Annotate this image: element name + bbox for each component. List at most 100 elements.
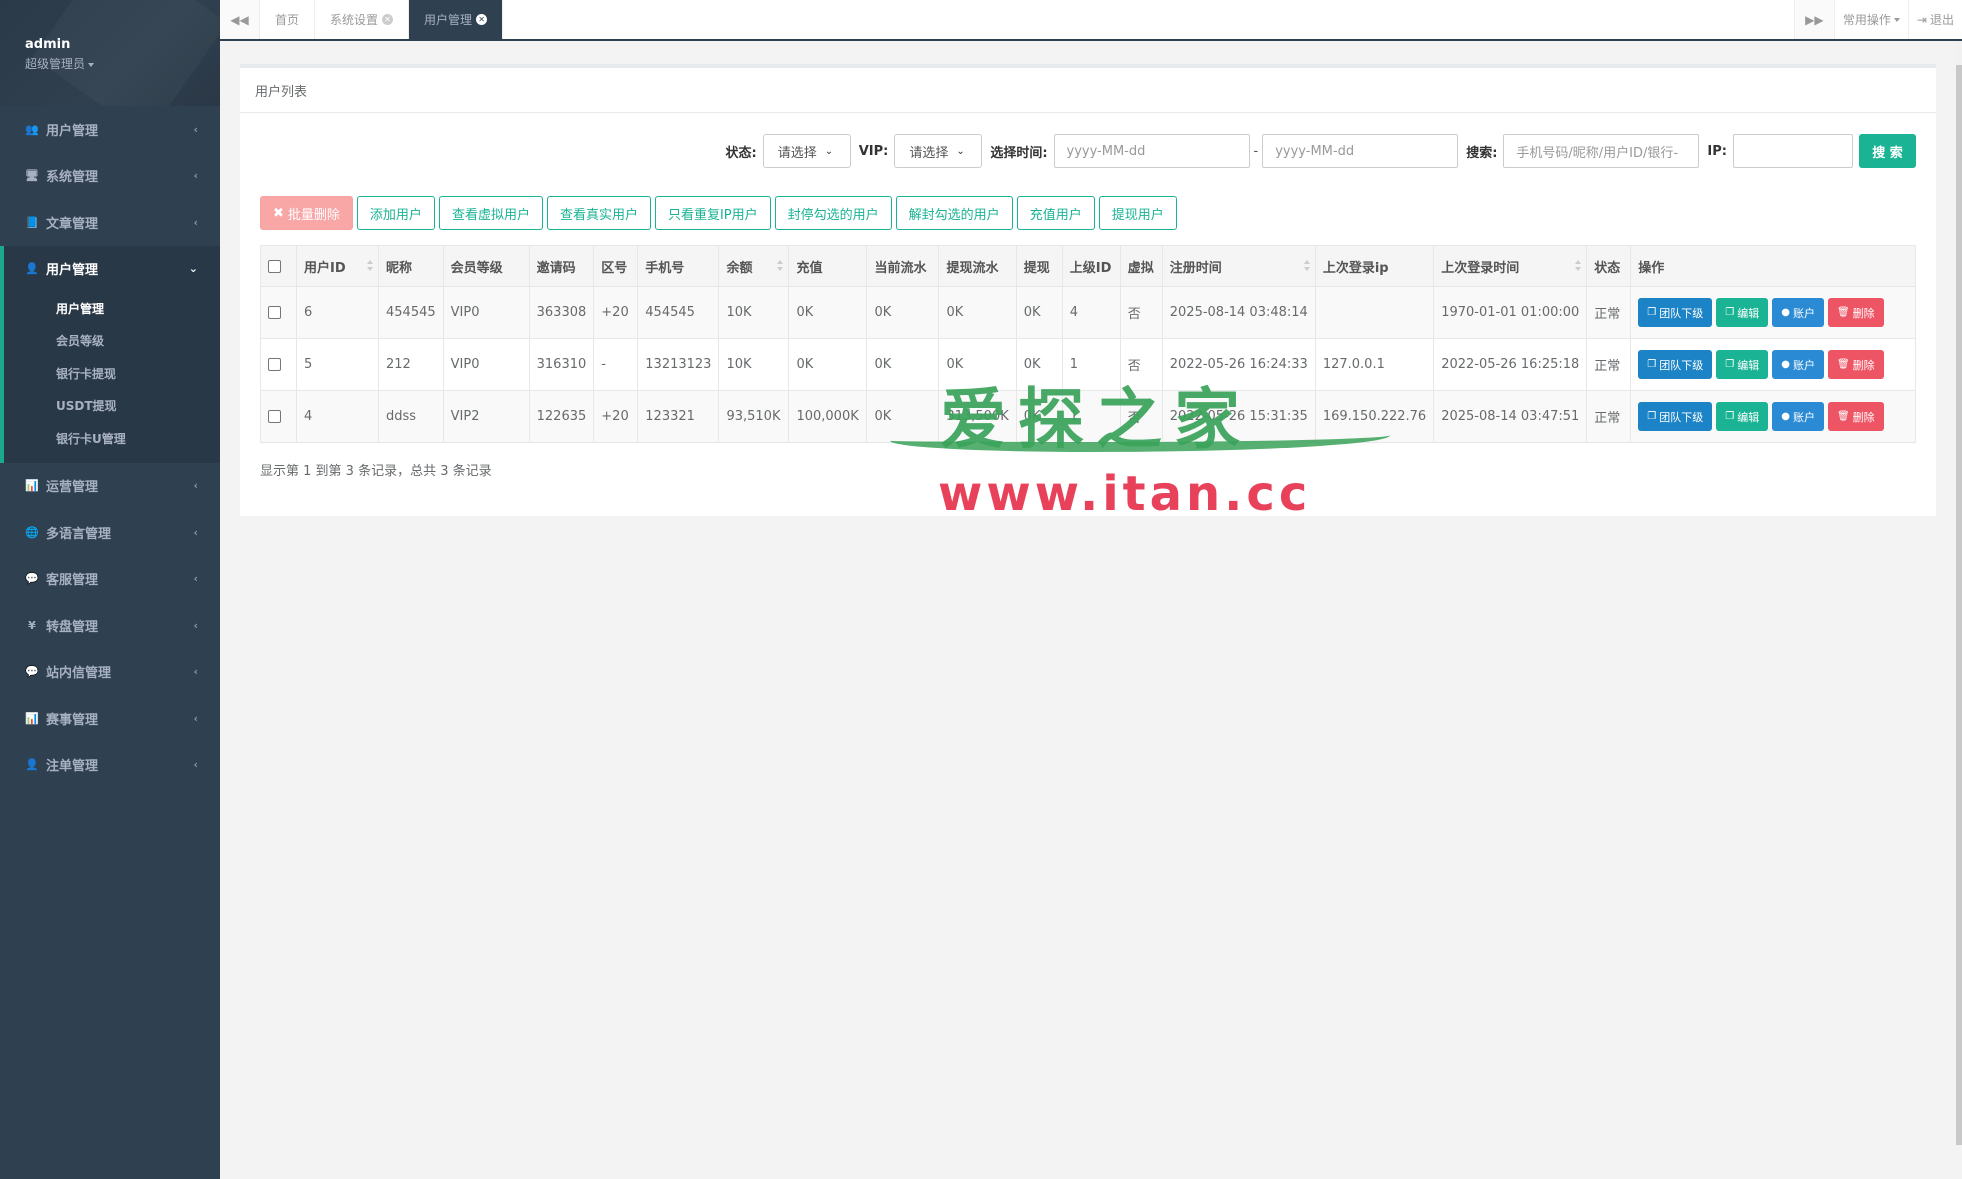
col-withdraw-turnover: 提现流水 (938, 245, 1017, 287)
sidebar-item-user-management[interactable]: 👥 用户管理 ‹ (0, 106, 220, 153)
view-real-users-button[interactable]: 查看真实用户 (546, 196, 651, 230)
comment-icon: ● (1781, 307, 1790, 318)
cell-actions: ❐ 团队下级 ❐ 编辑 ● 账户 🗑 删除 (1630, 338, 1916, 391)
delete-button[interactable]: 🗑 删除 (1827, 402, 1884, 431)
account-button[interactable]: ● 账户 (1772, 402, 1824, 431)
sidebar-item-events[interactable]: 📊 赛事管理 ‹ (0, 695, 220, 742)
edit-button[interactable]: ❐ 编辑 (1716, 350, 1769, 379)
profile-decoration (33, 0, 220, 106)
status-select[interactable]: 请选择 ⌄ (762, 134, 851, 168)
date-to-input[interactable]: yyyy-MM-dd (1262, 134, 1459, 168)
col-register-time[interactable]: 注册时间 (1161, 245, 1316, 287)
sidebar-item-label: 客服管理 (46, 573, 99, 589)
col-balance[interactable]: 余额 (718, 245, 790, 287)
view-virtual-users-button[interactable]: 查看虚拟用户 (438, 196, 543, 230)
team-subordinates-button[interactable]: ❐ 团队下级 (1638, 350, 1713, 379)
action-label: 团队下级 (1659, 358, 1704, 372)
vertical-scrollbar[interactable] (1956, 41, 1962, 1145)
sidebar: admin 超级管理员 👥 用户管理 ‹ 🖥 系统管理 ‹ 📘 文章管理 ‹ 👤 用户管理 ⌄ … (0, 0, 220, 1179)
ip-input[interactable] (1733, 134, 1853, 168)
col-virtual: 虚拟 (1119, 245, 1163, 287)
col-recharge: 充值 (788, 245, 868, 287)
search-input[interactable]: 手机号码/昵称/用户ID/银行- (1503, 134, 1700, 168)
withdraw-user-button[interactable]: 提现用户 (1098, 196, 1177, 230)
submenu-item-user-management[interactable]: 用户管理 (4, 292, 220, 325)
action-label: 团队下级 (1659, 306, 1704, 320)
close-icon[interactable]: ✕ (476, 14, 488, 25)
edit-button[interactable]: ❐ 编辑 (1716, 402, 1769, 431)
delete-button[interactable]: 🗑 删除 (1827, 350, 1884, 379)
team-subordinates-button[interactable]: ❐ 团队下级 (1638, 402, 1713, 431)
sidebar-item-article-management[interactable]: 📘 文章管理 ‹ (0, 199, 220, 246)
sidebar-item-messages[interactable]: 💬 站内信管理 ‹ (0, 649, 220, 696)
vip-select[interactable]: 请选择 ⌄ (894, 134, 983, 168)
cell-register-time: 2022-05-26 16:24:33 (1161, 338, 1316, 391)
col-user-id[interactable]: 用户ID (296, 245, 379, 287)
submenu-item-bank-withdraw[interactable]: 银行卡提现 (4, 357, 220, 390)
sidebar-item-system-management[interactable]: 🖥 系统管理 ‹ (0, 153, 220, 200)
view-duplicate-ip-button[interactable]: 只看重复IP用户 (654, 196, 771, 230)
recharge-user-button[interactable]: 充值用户 (1016, 196, 1095, 230)
search-button[interactable]: 搜 索 (1859, 134, 1916, 168)
tab-label: 用户管理 (424, 13, 473, 27)
submenu-item-bank-u-management[interactable]: 银行卡U管理 (4, 422, 220, 455)
ban-selected-button[interactable]: 封停勾选的用户 (774, 196, 892, 230)
tabs-scroll-left-button[interactable]: ◀◀ (220, 0, 260, 39)
account-button[interactable]: ● 账户 (1772, 350, 1824, 379)
cell-current-turnover: 0K (866, 286, 940, 339)
sidebar-item-customer-service[interactable]: 💬 客服管理 ‹ (0, 556, 220, 603)
team-subordinates-button[interactable]: ❐ 团队下级 (1638, 298, 1713, 327)
submenu-item-member-level[interactable]: 会员等级 (4, 325, 220, 358)
trash-icon: 🗑 (1836, 359, 1850, 370)
profile-role-dropdown[interactable]: 超级管理员 (25, 55, 195, 72)
cell-last-login-ip (1314, 286, 1435, 339)
row-checkbox[interactable] (268, 306, 281, 319)
row-checkbox[interactable] (268, 410, 281, 423)
col-label: 用户ID (304, 260, 346, 276)
row-checkbox[interactable] (268, 358, 281, 371)
ip-filter-label: IP: (1707, 143, 1727, 159)
common-ops-dropdown[interactable]: 常用操作 (1833, 0, 1908, 39)
col-label: 注册时间 (1169, 260, 1222, 276)
date-separator: - (1253, 143, 1259, 159)
sidebar-item-multilanguage[interactable]: 🌐 多语言管理 ‹ (0, 509, 220, 556)
batch-delete-button[interactable]: ✖ 批量删除 (260, 196, 353, 230)
select-all-checkbox[interactable] (268, 259, 281, 273)
cell-user-id: 5 (296, 338, 379, 391)
close-icon[interactable]: ✕ (382, 14, 394, 25)
col-current-turnover: 当前流水 (866, 245, 940, 287)
sidebar-item-bets[interactable]: 👤 注单管理 ‹ (0, 742, 220, 789)
col-area-code: 区号 (593, 245, 639, 287)
sidebar-item-wheel[interactable]: ¥ 转盘管理 ‹ (0, 602, 220, 649)
unban-selected-button[interactable]: 解封勾选的用户 (895, 196, 1013, 230)
delete-button[interactable]: 🗑 删除 (1827, 298, 1884, 327)
tab-home[interactable]: 首页 (260, 0, 316, 39)
sidebar-item-label: 用户管理 (46, 123, 99, 139)
tab-system-settings[interactable]: 系统设置 ✕ (315, 0, 410, 39)
tab-label: 系统设置 (330, 13, 379, 27)
col-label: 区号 (601, 260, 628, 276)
tab-list: 首页 系统设置 ✕ 用户管理 ✕ (260, 0, 504, 39)
col-label: 当前流水 (874, 260, 927, 276)
scrollbar-thumb[interactable] (1956, 65, 1962, 1145)
account-button[interactable]: ● 账户 (1772, 298, 1824, 327)
cell-actions: ❐ 团队下级 ❐ 编辑 ● 账户 🗑 删除 (1630, 286, 1916, 339)
edit-button[interactable]: ❐ 编辑 (1716, 298, 1769, 327)
table-row: 5 212 VIP0 316310 - 13213123 10K 0K 0K 0… (260, 338, 1916, 391)
sidebar-item-operations[interactable]: 📊 运营管理 ‹ (0, 463, 220, 510)
col-last-login-time[interactable]: 上次登录时间 (1433, 245, 1588, 287)
cell-current-turnover: 0K (866, 390, 940, 443)
date-from-input[interactable]: yyyy-MM-dd (1053, 134, 1250, 168)
add-user-button[interactable]: 添加用户 (356, 196, 435, 230)
submenu-item-usdt-withdraw[interactable]: USDT提现 (4, 390, 220, 423)
cell-withdraw: 0K (1015, 390, 1063, 443)
tab-user-management[interactable]: 用户管理 ✕ (409, 0, 504, 39)
cell-recharge: 0K (788, 286, 868, 339)
comment-icon: ● (1781, 411, 1790, 422)
cell-last-login-time: 2025-08-14 03:47:51 (1433, 390, 1588, 443)
logout-button[interactable]: ⇥ 退出 (1907, 0, 1962, 39)
sidebar-item-user-management-active[interactable]: 👤 用户管理 ⌄ (4, 246, 220, 293)
action-label: 账户 (1792, 358, 1815, 372)
tabs-scroll-right-button[interactable]: ▶▶ (1793, 0, 1834, 39)
sort-icon (777, 260, 784, 272)
